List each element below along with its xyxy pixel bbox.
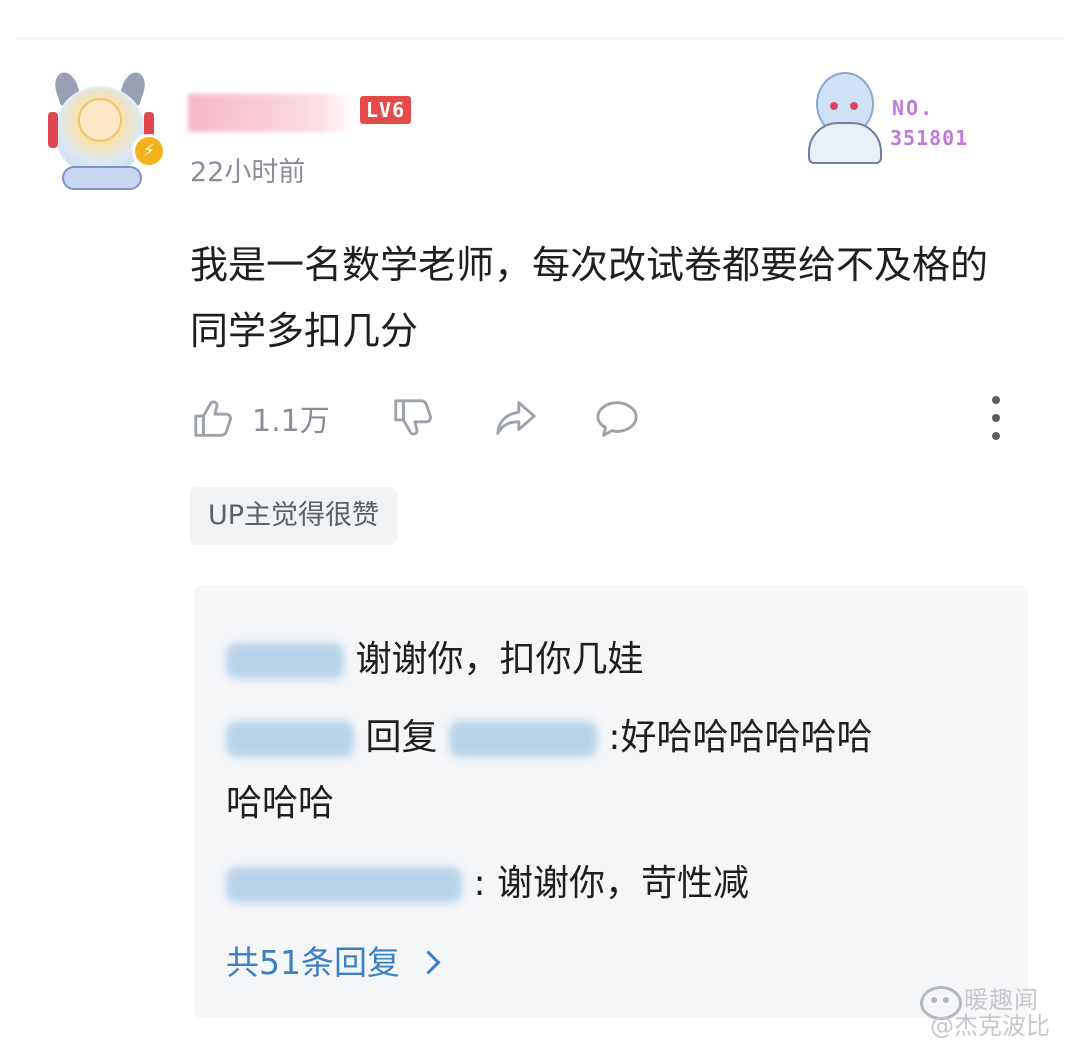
reply-item[interactable]: 回复 :好哈哈哈哈哈哈	[226, 708, 873, 760]
top-divider	[14, 38, 1066, 39]
lightning-icon: ⚡	[132, 134, 166, 168]
fan-badge-body	[808, 122, 882, 164]
more-dot	[992, 396, 1000, 404]
timestamp: 22小时前	[190, 157, 306, 188]
reply-username[interactable]	[226, 867, 462, 903]
fan-badge-figure[interactable]	[800, 64, 882, 164]
reply-button[interactable]	[594, 388, 640, 448]
watermark-icon-dot	[943, 997, 949, 1003]
action-bar: 1.1万	[190, 388, 1020, 448]
watermark-handle: @杰克波比	[930, 1012, 1050, 1040]
fan-badge-number: 351801	[890, 126, 969, 150]
reply-text: 谢谢你，扣你几娃	[355, 639, 644, 680]
avatar-frame-cloud	[62, 166, 142, 190]
more-icon[interactable]	[988, 396, 1004, 440]
more-dot	[992, 432, 1000, 440]
chevron-right-icon	[416, 950, 441, 975]
like-count: 1.1万	[252, 404, 330, 439]
reply-text: : 谢谢你，苛性减	[473, 863, 750, 904]
reply-icon	[596, 401, 638, 437]
reply-text: :好哈哈哈哈哈哈	[608, 717, 873, 758]
like-button[interactable]: 1.1万	[190, 388, 330, 448]
reply-username[interactable]	[226, 643, 344, 679]
reply-word: 回复	[365, 717, 438, 758]
comment-content: 我是一名数学老师，每次改试卷都要给不及格的同学多扣几分	[190, 243, 989, 353]
level-badge: LV6	[360, 96, 412, 124]
fan-badge-prefix: NO.	[892, 96, 935, 120]
thumbs-down-icon	[394, 399, 432, 436]
reply-item[interactable]: 谢谢你，扣你几娃	[226, 630, 643, 682]
reply-panel[interactable]: 谢谢你，扣你几娃 回复 :好哈哈哈哈哈哈 哈哈哈 : 谢谢你，苛性减 共51条回…	[194, 586, 1028, 1018]
view-all-replies-label: 共51条回复	[226, 943, 400, 982]
share-button[interactable]	[492, 388, 538, 448]
avatar-ribbon	[48, 112, 58, 148]
reply-continuation: 哈哈哈	[226, 774, 334, 826]
up-liked-tag: UP主觉得很赞	[190, 487, 398, 545]
watermark-icon-dot	[931, 997, 937, 1003]
avatar[interactable]: ⚡	[40, 69, 166, 190]
view-all-replies-link[interactable]: 共51条回复	[226, 936, 441, 984]
fan-badge-eye	[850, 102, 858, 110]
reply-text-continued: 哈哈哈	[226, 783, 335, 824]
dislike-button[interactable]	[390, 388, 436, 448]
share-icon	[496, 401, 536, 435]
reply-target-username[interactable]	[448, 721, 597, 757]
username[interactable]: D	[188, 94, 354, 132]
fan-badge-eye	[830, 102, 838, 110]
reply-username[interactable]	[226, 721, 354, 757]
avatar-face	[78, 98, 122, 142]
more-dot	[992, 414, 1000, 422]
thumbs-up-icon	[194, 400, 232, 437]
reply-item[interactable]: : 谢谢你，苛性减	[226, 854, 749, 906]
